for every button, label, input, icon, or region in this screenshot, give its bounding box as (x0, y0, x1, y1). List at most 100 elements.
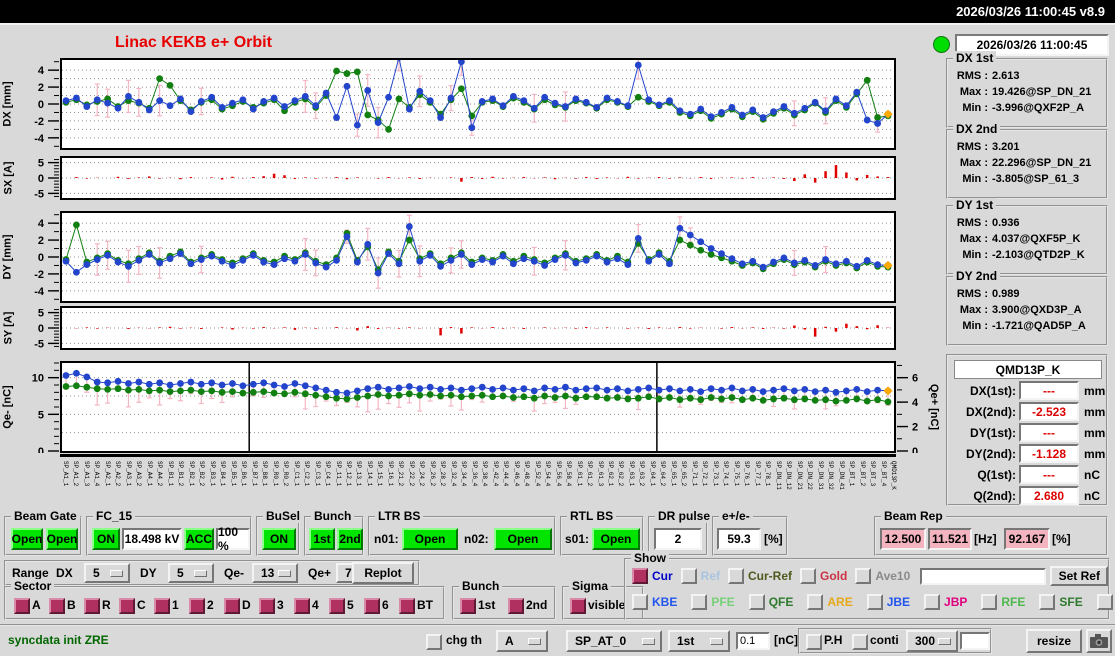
bpm-label: SP_C4_1 (324, 461, 332, 487)
range-DX-select[interactable]: 5 (84, 563, 130, 583)
sector-checkbox-6[interactable] (364, 598, 380, 614)
busel-on-button[interactable]: ON (262, 528, 296, 550)
bpm-label: SP_75_1 (732, 461, 740, 487)
sector-checkbox-5[interactable] (329, 598, 345, 614)
fc15-group: FC_15 ON 18.498 kV ACC 100 % (86, 509, 252, 556)
range-Qe+-label: Qe+ (308, 566, 332, 580)
bpm-label: SP_65_1 (669, 461, 677, 487)
show-checkbox-cur-ref[interactable] (728, 568, 745, 584)
bunch-select[interactable]: 1st (668, 630, 730, 652)
sector-checkbox-4[interactable] (294, 598, 310, 614)
bpm-label: SP_54_4 (544, 461, 552, 487)
show-checkbox-sfe[interactable] (1039, 594, 1056, 610)
ltr-n02-open-button[interactable]: Open (494, 528, 552, 550)
bpm-label: SP_B3_1 (208, 461, 216, 487)
sector-checkbox-R[interactable] (84, 598, 100, 614)
stat-value: -2.103@QTD2P_K (992, 249, 1085, 261)
ltr-n01-open-button[interactable]: Open (402, 528, 458, 550)
bpm-label: SP_11_1 (334, 461, 342, 487)
sector-checkbox-1[interactable] (154, 598, 170, 614)
replot-button[interactable]: Replot (352, 562, 414, 584)
ph-label: P.H (824, 633, 843, 647)
resize-button[interactable]: resize (1026, 629, 1082, 653)
sector-checkbox-C[interactable] (119, 598, 135, 614)
bunch-gate-group-label: Bunch (311, 509, 355, 523)
show-checkbox-qfe[interactable] (748, 594, 765, 610)
fc15-on-button[interactable]: ON (92, 528, 120, 550)
axis-title-dy-text: DY [mm] (2, 234, 14, 280)
range-value: 5 (177, 566, 184, 580)
bpm-label: SP_64_1 (648, 461, 656, 487)
bpm-label: SP_74_1 (722, 461, 730, 487)
show-label-jbp: JBP (944, 595, 968, 609)
bpm-label: SP_13_1 (355, 461, 363, 487)
chg-th-checkbox[interactable] (426, 634, 442, 650)
monitor-row-unit: nC (1084, 488, 1100, 503)
svg-text:0: 0 (912, 446, 918, 453)
bpm-label: SP_62_2 (617, 461, 625, 487)
beam-gate-open-1[interactable]: Open (11, 528, 43, 550)
svg-text:5: 5 (38, 158, 44, 170)
threshold-input[interactable] (736, 632, 770, 650)
svg-text:0: 0 (38, 99, 44, 111)
bpm-label: SP_A2_1 (103, 461, 111, 487)
rtl-s01-open-button[interactable]: Open (592, 528, 640, 550)
bunch-checkbox-2nd[interactable] (508, 598, 524, 614)
set-ref-button[interactable]: Set Ref (1050, 566, 1109, 586)
show-checkbox-cur[interactable] (632, 568, 648, 584)
sector-checkbox-D[interactable] (224, 598, 240, 614)
plot-sy (60, 306, 896, 350)
show-label-kbe: KBE (652, 595, 678, 609)
sector-checkbox-BT[interactable] (399, 598, 415, 614)
show-checkbox-pfe[interactable] (691, 594, 708, 610)
fc15-acc-button[interactable]: ACC (184, 528, 214, 550)
svg-text:2: 2 (38, 235, 44, 247)
bpm-label: SP_B8_1 (261, 461, 269, 487)
dropdown-indicator (938, 637, 951, 645)
show-checkbox-kbe[interactable] (632, 594, 648, 610)
show-label-ave10: Ave10 (875, 569, 911, 583)
bpm-label: SP_R0_1 (271, 461, 279, 487)
sector-checkbox-3[interactable] (259, 598, 275, 614)
range-Qe--select[interactable]: 13 (252, 563, 298, 583)
ph-checkbox[interactable] (806, 634, 822, 650)
sector-label-2: 2 (207, 598, 214, 612)
sigma-checkbox-visible[interactable] (570, 598, 586, 614)
rtl-s01-label: s01: (565, 532, 590, 546)
show-checkbox-rfe[interactable] (981, 594, 998, 610)
bpm-label: SP_C3_1 (313, 461, 321, 487)
show-checkbox-jbp[interactable] (924, 594, 941, 610)
sector-checkbox-2[interactable] (189, 598, 205, 614)
show-checkbox-jbe[interactable] (866, 594, 883, 610)
beam-gate-open-2[interactable]: Open (46, 528, 78, 550)
range-DY-label: DY (140, 566, 157, 580)
sp-at-select[interactable]: SP_AT_0 (566, 630, 662, 652)
average-count-select[interactable]: 300 (906, 630, 958, 652)
sector-label-5: 5 (347, 598, 354, 612)
conti-checkbox[interactable] (852, 634, 868, 650)
range-DY-select[interactable]: 5 (168, 563, 214, 583)
bpm-label: SP_B2_1 (187, 461, 195, 487)
bunch-checkbox-1st[interactable] (460, 598, 476, 614)
axis-title-qe-text: Qe- [nC] (2, 385, 15, 429)
bpm-label: SP_B2_2 (198, 461, 206, 487)
rtl-bs-group: RTL BS s01: Open (560, 509, 644, 556)
threshold-select[interactable]: A (496, 630, 548, 652)
status-bar: syncdata init ZRE chg th A SP_AT_0 1st [… (0, 624, 1115, 655)
show-checkbox-zre[interactable] (1096, 594, 1113, 610)
ref-name-input[interactable] (920, 567, 1047, 585)
show-checkbox-ave10[interactable] (855, 568, 872, 584)
stats-dy-1st: DY 1st RMS : 0.936 Max : 4.037@QXF5P_K Min :-… (946, 198, 1108, 275)
show-checkbox-gold[interactable] (800, 568, 817, 584)
snapshot-button[interactable] (1086, 629, 1112, 653)
bunch-1st-button[interactable]: 1st (309, 528, 335, 550)
fc15-pct-value: 100 % (216, 525, 250, 553)
extra-input[interactable] (960, 632, 990, 650)
bunch-2nd-button[interactable]: 2nd (337, 528, 363, 550)
sector-checkbox-A[interactable] (14, 598, 30, 614)
sector-checkbox-B[interactable] (49, 598, 65, 614)
show-checkbox-are[interactable] (807, 594, 824, 610)
show-checkbox-ref[interactable] (680, 568, 697, 584)
bpm-label: SP_48_4 (523, 461, 531, 487)
dropdown-indicator (110, 569, 123, 577)
